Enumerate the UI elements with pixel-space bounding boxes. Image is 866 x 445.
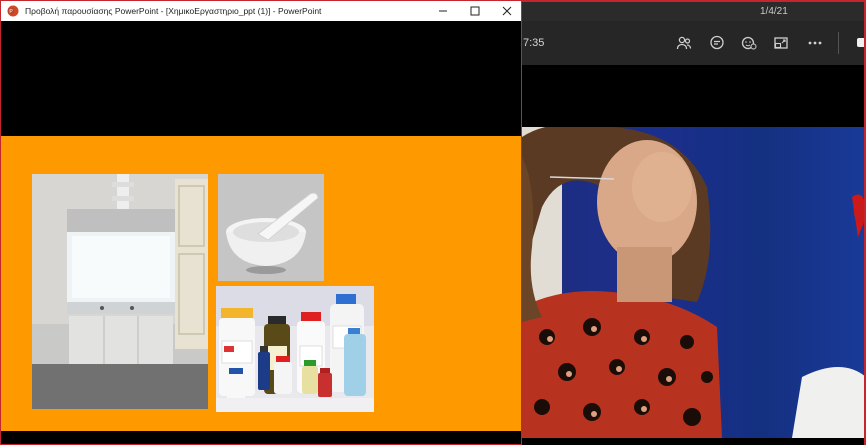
- video-top-area: [522, 65, 866, 127]
- chat-icon[interactable]: [708, 34, 726, 52]
- more-options-icon[interactable]: [806, 34, 824, 52]
- close-button[interactable]: [495, 1, 519, 21]
- chemical-bottles-photo: [216, 286, 374, 412]
- mortar-and-pestle-photo: [218, 174, 324, 281]
- toolbar-divider: [838, 32, 839, 54]
- reactions-icon[interactable]: [740, 34, 758, 52]
- slide-bottom-area: [1, 431, 521, 444]
- share-icon[interactable]: [772, 34, 790, 52]
- video-bottom-bar: [522, 438, 866, 445]
- presentation-slide[interactable]: [1, 136, 521, 431]
- minimize-button[interactable]: [431, 1, 455, 21]
- fume-hood-photo: [32, 174, 208, 409]
- slide-top-area: [1, 21, 521, 136]
- meeting-date: 1/4/21: [760, 6, 788, 17]
- maximize-button[interactable]: [463, 1, 487, 21]
- participants-icon[interactable]: [675, 34, 693, 52]
- window-title: Προβολή παρουσίασης PowerPoint - [Χημικο…: [25, 6, 322, 16]
- powerpoint-slideshow-window: P Προβολή παρουσίασης PowerPoint - [Χημι…: [0, 0, 522, 445]
- participant-video: [522, 127, 866, 438]
- powerpoint-logo-icon: P: [7, 5, 19, 17]
- meeting-timer: 7:35: [523, 37, 545, 49]
- ppt-title-bar[interactable]: P Προβολή παρουσίασης PowerPoint - [Χημι…: [1, 1, 521, 21]
